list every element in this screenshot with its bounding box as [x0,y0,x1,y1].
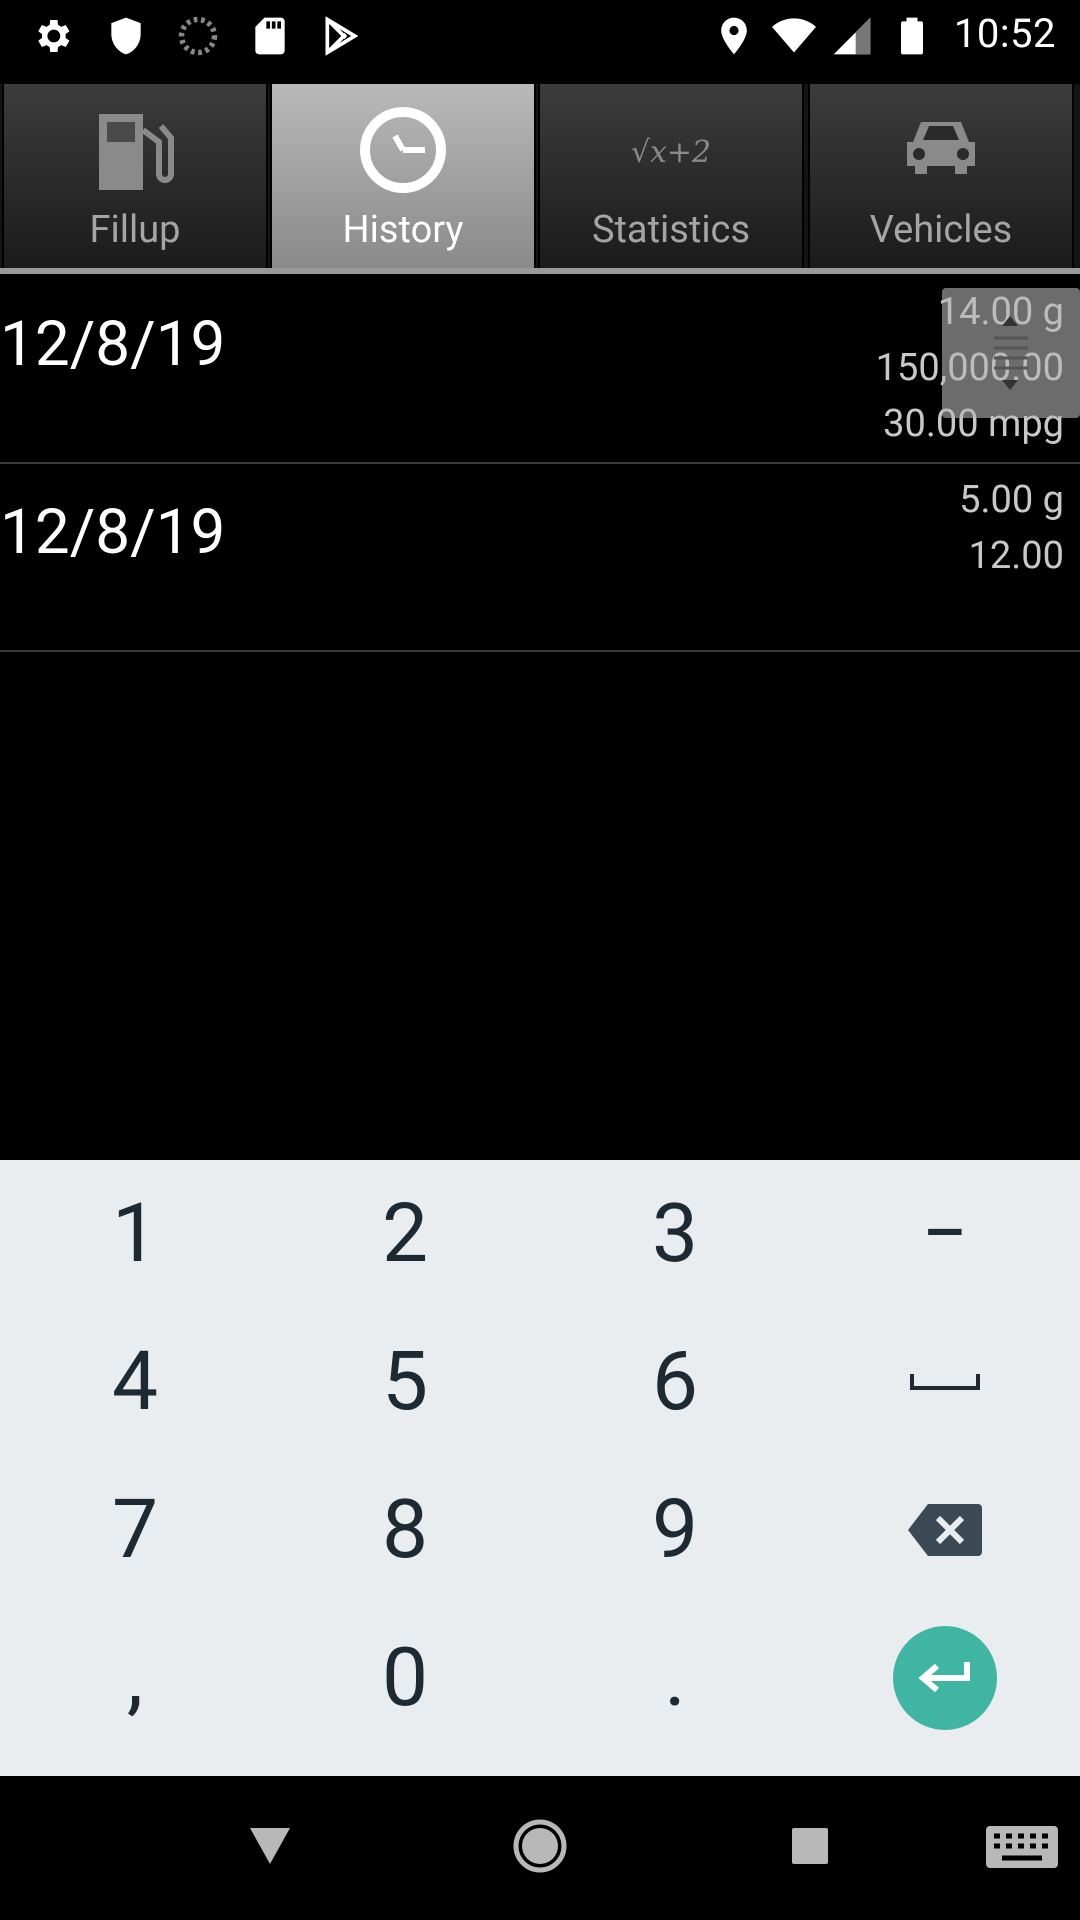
key-5[interactable]: 5 [270,1308,540,1456]
key-2[interactable]: 2 [270,1160,540,1308]
tab-label: Statistics [591,208,751,252]
signal-icon [833,17,871,55]
odometer-value: 12.00 [968,534,1064,578]
status-bar: 10:52 [0,0,1080,72]
home-icon[interactable] [500,1806,580,1886]
history-meta: 5.00 g 12.00 [959,472,1064,584]
backspace-icon [908,1504,982,1556]
wifi-icon [772,18,816,53]
enter-icon [918,1662,970,1693]
numeric-keyboard: 1 2 3 − 4 5 6 7 8 9 , 0 . [0,1160,1080,1776]
key-minus[interactable]: − [810,1160,1080,1308]
play-store-icon [325,16,359,56]
tab-bar: Fillup History √x+2 Statistics Vehicles [0,84,1080,274]
key-8[interactable]: 8 [270,1456,540,1604]
key-9[interactable]: 9 [540,1456,810,1604]
key-backspace[interactable] [810,1456,1080,1604]
gallons-value: 5.00 g [959,478,1064,522]
back-icon[interactable] [230,1806,310,1886]
history-date: 12/8/19 [0,496,226,569]
car-icon [907,122,975,174]
tab-label: Fillup [89,208,181,252]
keyboard-icon[interactable] [980,1806,1064,1886]
battery-icon [901,17,923,55]
key-4[interactable]: 4 [0,1308,270,1456]
key-7[interactable]: 7 [0,1456,270,1604]
key-space[interactable] [810,1308,1080,1456]
key-3[interactable]: 3 [540,1160,810,1308]
history-row[interactable]: 12/8/19 14.00 g 150,000.00 30.00 mpg [0,276,1080,464]
location-icon [721,17,747,55]
history-date: 12/8/19 [0,308,226,381]
gas-pump-icon [99,114,174,190]
navigation-bar [0,1776,1080,1920]
space-icon [910,1374,980,1390]
recents-icon[interactable] [770,1806,850,1886]
key-period[interactable]: . [540,1604,810,1752]
tab-history[interactable]: History [270,84,536,268]
tab-fillup[interactable]: Fillup [2,84,268,268]
sqrt-formula-icon: √x+2 [631,135,711,170]
sd-card-icon [255,17,285,55]
shield-icon [111,17,141,55]
clock-icon [360,107,446,193]
status-time: 10:52 [953,10,1056,57]
tab-label: Vehicles [869,208,1013,252]
settings-icon [38,20,70,52]
tab-statistics[interactable]: √x+2 Statistics [538,84,804,268]
key-6[interactable]: 6 [540,1308,810,1456]
sync-icon [178,16,218,56]
tab-label: History [342,208,464,252]
drag-handle-icon [994,316,1028,390]
key-comma[interactable]: , [0,1604,270,1752]
svg-text:√x+2: √x+2 [631,135,711,170]
key-1[interactable]: 1 [0,1160,270,1308]
key-enter[interactable] [810,1604,1080,1752]
fast-scroll-thumb[interactable] [942,288,1080,418]
history-row[interactable]: 12/8/19 5.00 g 12.00 [0,464,1080,652]
key-0[interactable]: 0 [270,1604,540,1752]
enter-button[interactable] [893,1626,997,1730]
tab-vehicles[interactable]: Vehicles [808,84,1074,268]
